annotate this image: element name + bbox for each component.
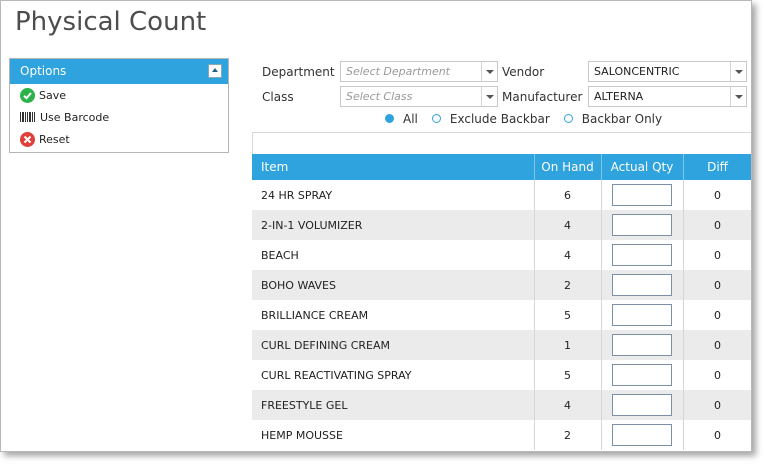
diff-cell: 0 [683, 420, 751, 450]
diff-cell: 0 [683, 300, 751, 330]
vendor-select[interactable]: SALONCENTRIC [588, 61, 747, 82]
reset-button[interactable]: Reset [10, 128, 228, 150]
actual-qty-cell [601, 300, 684, 330]
table-row: BRILLIANCE CREAM 5 0 [252, 300, 751, 330]
on-hand-cell: 4 [534, 210, 602, 240]
save-label: Save [39, 88, 67, 102]
diff-cell: 0 [683, 180, 751, 210]
count-grid: Item On Hand Actual Qty Diff 24 HR SPRAY… [252, 154, 751, 450]
radio-exclude-backbar-label[interactable]: Exclude Backbar [450, 112, 550, 126]
class-placeholder: Select Class [346, 90, 413, 103]
actual-qty-input[interactable] [612, 274, 672, 296]
grid-header-row: Item On Hand Actual Qty Diff [252, 154, 751, 180]
on-hand-cell: 1 [534, 330, 602, 360]
actual-qty-cell [601, 240, 684, 270]
physical-count-window: Physical Count Options Save Use Barcode … [0, 0, 752, 452]
actual-qty-input[interactable] [612, 334, 672, 356]
table-row: HEMP MOUSSE 2 0 [252, 420, 751, 450]
actual-qty-input[interactable] [612, 394, 672, 416]
on-hand-cell: 5 [534, 300, 602, 330]
table-row: BEACH 4 0 [252, 240, 751, 270]
vendor-label: Vendor [502, 65, 545, 79]
manufacturer-select[interactable]: ALTERNA [588, 86, 747, 107]
reset-label: Reset [39, 132, 70, 146]
actual-qty-cell [601, 360, 684, 390]
item-cell: 24 HR SPRAY [252, 180, 535, 210]
grid-toolbar-area [252, 132, 751, 154]
actual-qty-cell [601, 180, 684, 210]
actual-qty-input[interactable] [612, 304, 672, 326]
column-header-diff[interactable]: Diff [683, 154, 751, 180]
options-header[interactable]: Options [10, 59, 228, 84]
options-header-label: Options [20, 64, 67, 78]
diff-cell: 0 [683, 210, 751, 240]
x-circle-icon [20, 131, 35, 147]
class-label: Class [262, 90, 294, 104]
table-row: 2-IN-1 VOLUMIZER 4 0 [252, 210, 751, 240]
column-header-on-hand[interactable]: On Hand [534, 154, 602, 180]
page-title: Physical Count [15, 7, 207, 37]
diff-cell: 0 [683, 240, 751, 270]
table-row: 24 HR SPRAY 6 0 [252, 180, 751, 210]
check-circle-icon [20, 87, 35, 103]
on-hand-cell: 5 [534, 360, 602, 390]
radio-backbar-only-label[interactable]: Backbar Only [582, 112, 662, 126]
item-cell: CURL REACTIVATING SPRAY [252, 360, 535, 390]
diff-cell: 0 [683, 360, 751, 390]
table-row: BOHO WAVES 2 0 [252, 270, 751, 300]
use-barcode-button[interactable]: Use Barcode [10, 106, 228, 128]
save-button[interactable]: Save [10, 84, 228, 106]
actual-qty-input[interactable] [612, 244, 672, 266]
department-placeholder: Select Department [346, 65, 450, 78]
actual-qty-input[interactable] [612, 424, 672, 446]
vendor-value: SALONCENTRIC [594, 65, 680, 78]
department-select[interactable]: Select Department [340, 61, 498, 82]
collapse-icon[interactable] [208, 64, 222, 78]
manufacturer-label: Manufacturer [502, 90, 583, 104]
barcode-icon [20, 110, 36, 125]
backbar-radio-group: All Exclude Backbar Backbar Only [385, 112, 676, 126]
on-hand-cell: 4 [534, 390, 602, 420]
actual-qty-input[interactable] [612, 364, 672, 386]
actual-qty-cell [601, 270, 684, 300]
on-hand-cell: 2 [534, 420, 602, 450]
table-row: CURL REACTIVATING SPRAY 5 0 [252, 360, 751, 390]
radio-all-label[interactable]: All [403, 112, 418, 126]
chevron-down-icon [481, 87, 497, 106]
class-select[interactable]: Select Class [340, 86, 498, 107]
radio-backbar-only[interactable] [563, 113, 573, 123]
radio-exclude-backbar[interactable] [431, 113, 441, 123]
table-row: CURL DEFINING CREAM 1 0 [252, 330, 751, 360]
actual-qty-cell [601, 330, 684, 360]
item-cell: 2-IN-1 VOLUMIZER [252, 210, 535, 240]
diff-cell: 0 [683, 330, 751, 360]
department-label: Department [262, 65, 335, 79]
column-header-actual-qty[interactable]: Actual Qty [601, 154, 684, 180]
chevron-down-icon [481, 62, 497, 81]
item-cell: BEACH [252, 240, 535, 270]
column-header-item[interactable]: Item [252, 154, 535, 180]
item-cell: BRILLIANCE CREAM [252, 300, 535, 330]
item-cell: HEMP MOUSSE [252, 420, 535, 450]
diff-cell: 0 [683, 270, 751, 300]
actual-qty-input[interactable] [612, 214, 672, 236]
on-hand-cell: 4 [534, 240, 602, 270]
item-cell: FREESTYLE GEL [252, 390, 535, 420]
use-barcode-label: Use Barcode [40, 110, 110, 124]
item-cell: BOHO WAVES [252, 270, 535, 300]
on-hand-cell: 6 [534, 180, 602, 210]
diff-cell: 0 [683, 390, 751, 420]
table-row: FREESTYLE GEL 4 0 [252, 390, 751, 420]
manufacturer-value: ALTERNA [594, 90, 644, 103]
actual-qty-cell [601, 390, 684, 420]
chevron-down-icon [730, 62, 746, 81]
on-hand-cell: 2 [534, 270, 602, 300]
item-cell: CURL DEFINING CREAM [252, 330, 535, 360]
actual-qty-input[interactable] [612, 184, 672, 206]
actual-qty-cell [601, 420, 684, 450]
chevron-down-icon [730, 87, 746, 106]
options-panel: Options Save Use Barcode Reset [9, 58, 229, 153]
actual-qty-cell [601, 210, 684, 240]
radio-all[interactable] [385, 113, 394, 123]
